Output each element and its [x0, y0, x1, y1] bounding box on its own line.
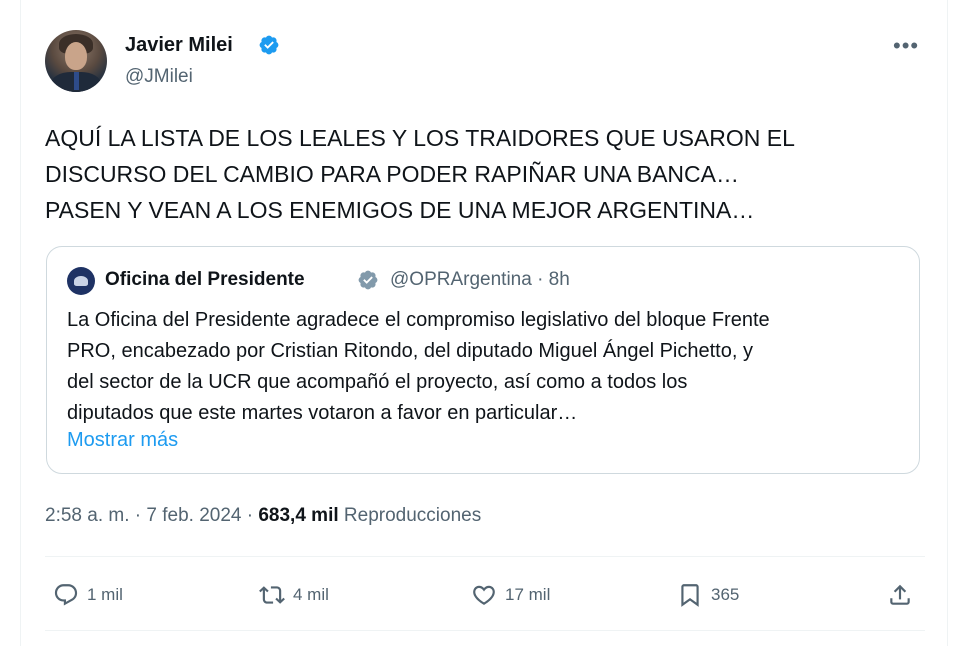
retweet-button[interactable]: 4 mil [259, 578, 329, 612]
like-count: 17 mil [505, 585, 551, 604]
divider [45, 556, 925, 557]
verified-badge-icon [259, 35, 279, 55]
views-count: 683,4 mil [258, 505, 339, 526]
quote-line: La Oficina del Presidente agradece el co… [67, 309, 770, 331]
quote-author-name[interactable]: Oficina del Presidente [105, 269, 305, 291]
quoted-tweet[interactable]: Oficina del Presidente @OPRArgentina · 8… [46, 246, 920, 474]
share-button[interactable] [887, 578, 921, 612]
quote-line: del sector de la UCR que acompañó el pro… [67, 371, 688, 393]
tweet-line: AQUÍ LA LISTA DE LOS LEALES Y LOS TRAIDO… [45, 125, 795, 151]
author-handle[interactable]: @JMilei [125, 66, 193, 88]
quote-meta: @OPRArgentina · 8h [390, 269, 570, 291]
avatar[interactable] [45, 30, 107, 92]
retweet-icon [259, 586, 285, 604]
bookmark-count: 365 [711, 585, 740, 604]
views-label: Reproducciones [343, 505, 482, 526]
tweet-line: DISCURSO DEL CAMBIO PARA PODER RAPIÑAR U… [45, 161, 739, 187]
more-options-icon[interactable]: ••• [893, 35, 921, 57]
tweet-text: AQUÍ LA LISTA DE LOS LEALES Y LOS TRAIDO… [45, 120, 915, 228]
share-icon [890, 584, 910, 605]
quote-time[interactable]: · 8h [537, 269, 570, 290]
reply-icon [54, 584, 78, 606]
author-name[interactable]: Javier Milei [125, 34, 233, 57]
quote-handle[interactable]: @OPRArgentina [390, 269, 532, 290]
quote-line: PRO, encabezado por Cristian Ritondo, de… [67, 340, 753, 362]
verified-gov-badge-icon [358, 270, 378, 290]
quote-line: diputados que este martes votaron a favo… [67, 402, 578, 424]
bookmark-icon [681, 584, 699, 607]
tweet-card: Javier Milei @JMilei ••• AQUÍ LA LISTA D… [20, 0, 948, 646]
show-more-link[interactable]: Mostrar más [67, 429, 178, 452]
tweet-time[interactable]: 2:58 a. m. · 7 feb. 2024 · [45, 505, 253, 526]
tweet-line: PASEN Y VEAN A LOS ENEMIGOS DE UNA MEJOR… [45, 197, 755, 223]
quote-text: La Oficina del Presidente agradece el co… [67, 305, 907, 429]
bookmark-button[interactable]: 365 [677, 578, 739, 612]
like-button[interactable]: 17 mil [471, 578, 550, 612]
quote-avatar[interactable] [67, 267, 95, 295]
reply-count: 1 mil [87, 585, 123, 604]
retweet-count: 4 mil [293, 585, 329, 604]
reply-button[interactable]: 1 mil [53, 578, 123, 612]
heart-icon [473, 585, 495, 605]
divider [45, 630, 925, 631]
tweet-timestamp: 2:58 a. m. · 7 feb. 2024 · 683,4 mil Rep… [45, 505, 481, 527]
